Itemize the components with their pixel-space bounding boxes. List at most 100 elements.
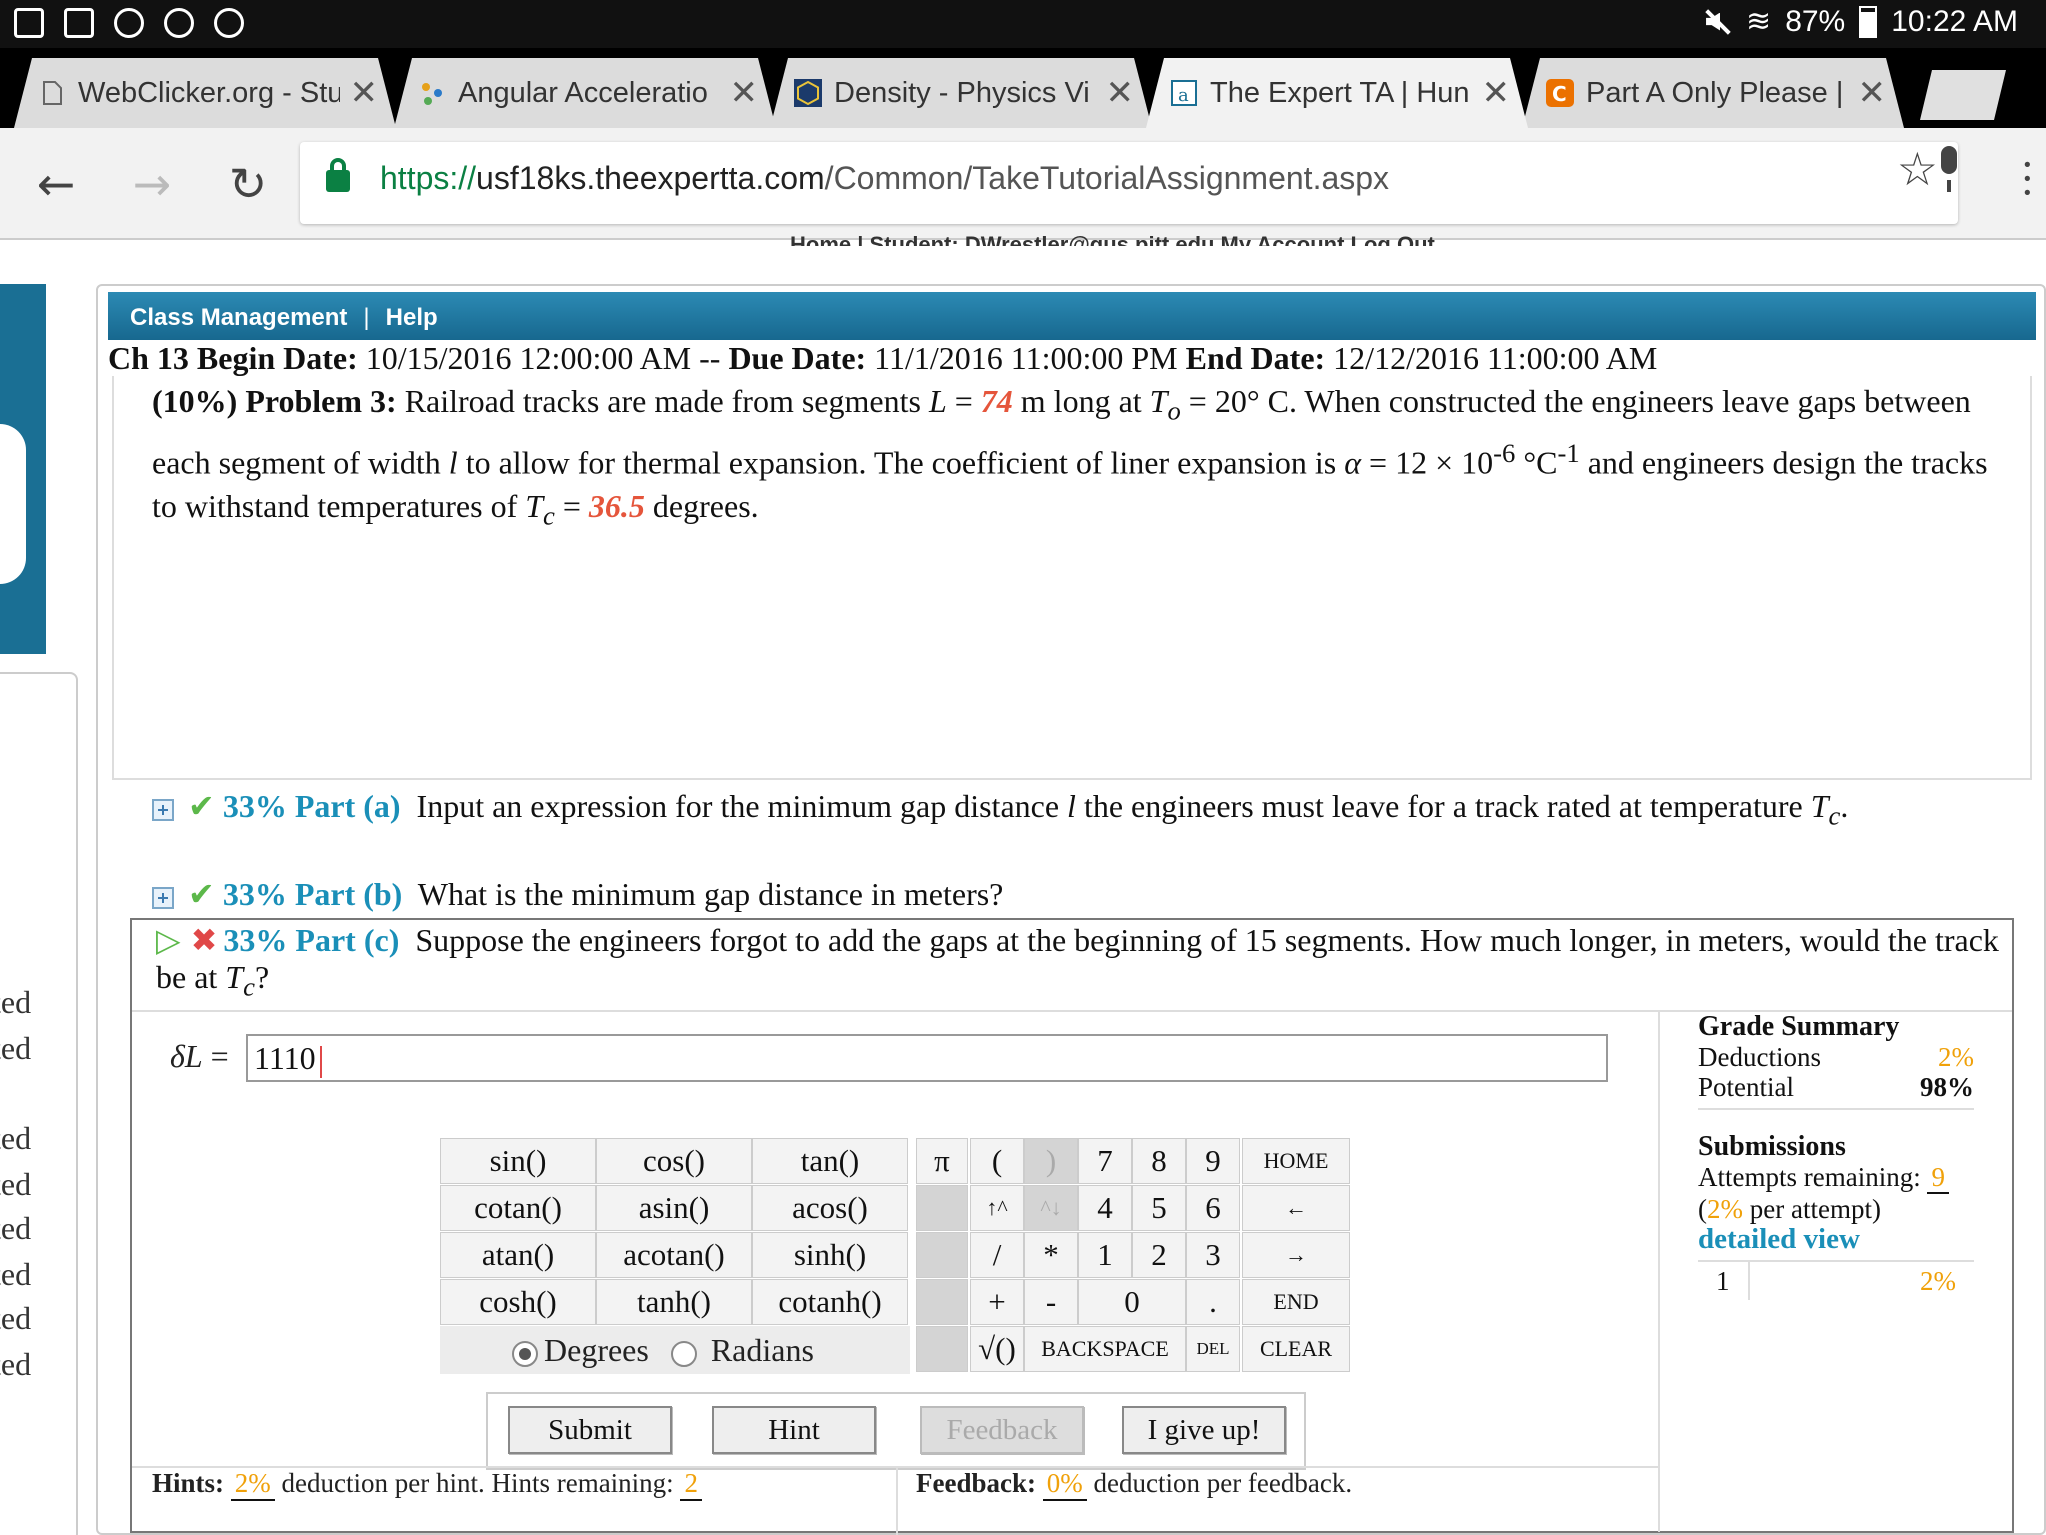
key-asin[interactable]: asin(): [596, 1185, 752, 1231]
key-5[interactable]: 5: [1132, 1185, 1186, 1231]
key-close-paren[interactable]: ): [1024, 1138, 1078, 1184]
key-cotan[interactable]: cotan(): [440, 1185, 596, 1231]
overflow-menu-icon[interactable]: · · ·: [2020, 143, 2035, 215]
reload-icon[interactable]: ↻: [220, 156, 276, 212]
part-b: ✔ 33% Part (b) What is the minimum gap di…: [152, 876, 2012, 913]
detailed-view-link[interactable]: detailed view: [1698, 1224, 1974, 1254]
key-tan[interactable]: tan(): [752, 1138, 908, 1184]
url-text[interactable]: https://usf18ks.theexpertta.com/Common/T…: [380, 160, 1389, 197]
key-end[interactable]: END: [1242, 1279, 1350, 1325]
class-menu-bar: Class Management | Help: [108, 292, 2036, 340]
tab-angular-acceleration[interactable]: Angular Acceleratio ✕: [394, 58, 776, 128]
expand-icon[interactable]: [152, 886, 174, 909]
microphone-icon[interactable]: [1938, 146, 1960, 192]
close-icon[interactable]: ✕: [350, 73, 379, 113]
close-icon[interactable]: ✕: [730, 73, 759, 113]
new-tab-button[interactable]: [1920, 70, 2006, 120]
list-item[interactable]: ted: [0, 1030, 31, 1067]
key-sqrt[interactable]: √(): [970, 1326, 1024, 1372]
site-top-menu: Home | Student: DWrestler@gus.pitt.edu M…: [790, 232, 1435, 246]
key-acotan[interactable]: acotan(): [596, 1232, 752, 1278]
hint-button[interactable]: Hint: [712, 1406, 876, 1454]
answer-input[interactable]: 1110: [246, 1034, 1608, 1082]
key-9[interactable]: 9: [1186, 1138, 1240, 1184]
class-management-link[interactable]: Class Management: [130, 304, 347, 331]
list-item[interactable]: ted: [0, 1166, 31, 1203]
key-cosh[interactable]: cosh(): [440, 1279, 596, 1325]
part-a: ✔ 33% Part (a) Input an expression for th…: [152, 788, 2012, 834]
radio-button[interactable]: [512, 1340, 538, 1367]
key-minus[interactable]: -: [1024, 1279, 1078, 1325]
hexagon-icon: [794, 79, 822, 107]
key-6[interactable]: 6: [1186, 1185, 1240, 1231]
address-bar[interactable]: https://usf18ks.theexpertta.com/Common/T…: [300, 142, 1958, 224]
close-icon[interactable]: ✕: [1858, 73, 1887, 113]
tab-density-physics[interactable]: Density - Physics Vi ✕: [770, 58, 1152, 128]
radio-button[interactable]: [670, 1340, 697, 1367]
expand-icon[interactable]: [152, 798, 174, 821]
expertta-icon: a: [1170, 79, 1198, 107]
submit-button[interactable]: Submit: [508, 1406, 672, 1454]
list-item[interactable]: ted: [0, 1346, 31, 1383]
key-tanh[interactable]: tanh(): [596, 1279, 752, 1325]
text-caret: [319, 1045, 322, 1078]
key-3[interactable]: 3: [1186, 1232, 1240, 1278]
degrees-option[interactable]: Degrees: [512, 1332, 649, 1368]
list-item[interactable]: ted: [0, 1210, 31, 1247]
tab-webclicker[interactable]: WebClicker.org - Stu ✕: [14, 58, 396, 128]
help-link[interactable]: Help: [386, 304, 438, 331]
list-item[interactable]: ted: [0, 1256, 31, 1293]
angle-unit-selector: Degrees Radians: [440, 1326, 910, 1374]
molecule-icon: [418, 79, 446, 107]
key-down[interactable]: ^↓: [1024, 1185, 1078, 1231]
tab-expert-ta[interactable]: a The Expert TA | Hun ✕: [1146, 58, 1528, 128]
key-backspace[interactable]: BACKSPACE: [1024, 1326, 1186, 1372]
key-4[interactable]: 4: [1078, 1185, 1132, 1231]
tab-part-a-only[interactable]: C Part A Only Please | ✕: [1522, 58, 1904, 128]
key-left[interactable]: ←: [1242, 1185, 1350, 1231]
battery-icon: [1859, 5, 1878, 38]
key-7[interactable]: 7: [1078, 1138, 1132, 1184]
feedback-button[interactable]: Feedback: [920, 1406, 1084, 1454]
divider: [1658, 1012, 1660, 1532]
close-icon[interactable]: ✕: [1482, 73, 1511, 113]
key-cos[interactable]: cos(): [596, 1138, 752, 1184]
give-up-button[interactable]: I give up!: [1122, 1406, 1286, 1454]
key-clear[interactable]: CLEAR: [1242, 1326, 1350, 1372]
list-item[interactable]: ted: [0, 984, 31, 1021]
forward-arrow-icon[interactable]: →: [124, 156, 180, 212]
key-8[interactable]: 8: [1132, 1138, 1186, 1184]
browser-toolbar: ← → ↻ https://usf18ks.theexpertta.com/Co…: [0, 128, 2046, 240]
key-sinh[interactable]: sinh(): [752, 1232, 908, 1278]
attempts-remaining: Attempts remaining: 9: [1698, 1162, 1974, 1194]
back-arrow-icon[interactable]: ←: [28, 156, 84, 212]
key-plus[interactable]: +: [970, 1279, 1024, 1325]
submission-row: 1 2%: [1698, 1260, 1974, 1300]
key-atan[interactable]: atan(): [440, 1232, 596, 1278]
key-right[interactable]: →: [1242, 1232, 1350, 1278]
key-home[interactable]: HOME: [1242, 1138, 1350, 1184]
key-pi[interactable]: π: [916, 1138, 968, 1184]
key-2[interactable]: 2: [1132, 1232, 1186, 1278]
key-dot[interactable]: .: [1186, 1279, 1240, 1325]
close-icon[interactable]: ✕: [1106, 73, 1135, 113]
key-cotanh[interactable]: cotanh(): [752, 1279, 908, 1325]
key-open-paren[interactable]: (: [970, 1138, 1024, 1184]
bookmark-star-icon[interactable]: ☆: [1897, 142, 1938, 196]
key-del[interactable]: DEL: [1186, 1326, 1240, 1372]
notification-icon: [14, 8, 44, 38]
key-up[interactable]: ↑^: [970, 1185, 1024, 1231]
key-multiply[interactable]: *: [1024, 1232, 1078, 1278]
radians-option[interactable]: Radians: [670, 1332, 814, 1368]
key-sin[interactable]: sin(): [440, 1138, 596, 1184]
list-item[interactable]: ted: [0, 1300, 31, 1337]
left-assignment-panel: ted ted ted ted ted ted ted ted: [0, 672, 78, 1535]
x-mark-icon: ✖: [190, 921, 218, 959]
key-acos[interactable]: acos(): [752, 1185, 908, 1231]
grade-summary-title: Grade Summary: [1698, 1011, 1900, 1042]
key-1[interactable]: 1: [1078, 1232, 1132, 1278]
key-divide[interactable]: /: [970, 1232, 1024, 1278]
key-0[interactable]: 0: [1078, 1279, 1186, 1325]
list-item[interactable]: ted: [0, 1120, 31, 1157]
battery-percent: 87%: [1785, 4, 1846, 38]
